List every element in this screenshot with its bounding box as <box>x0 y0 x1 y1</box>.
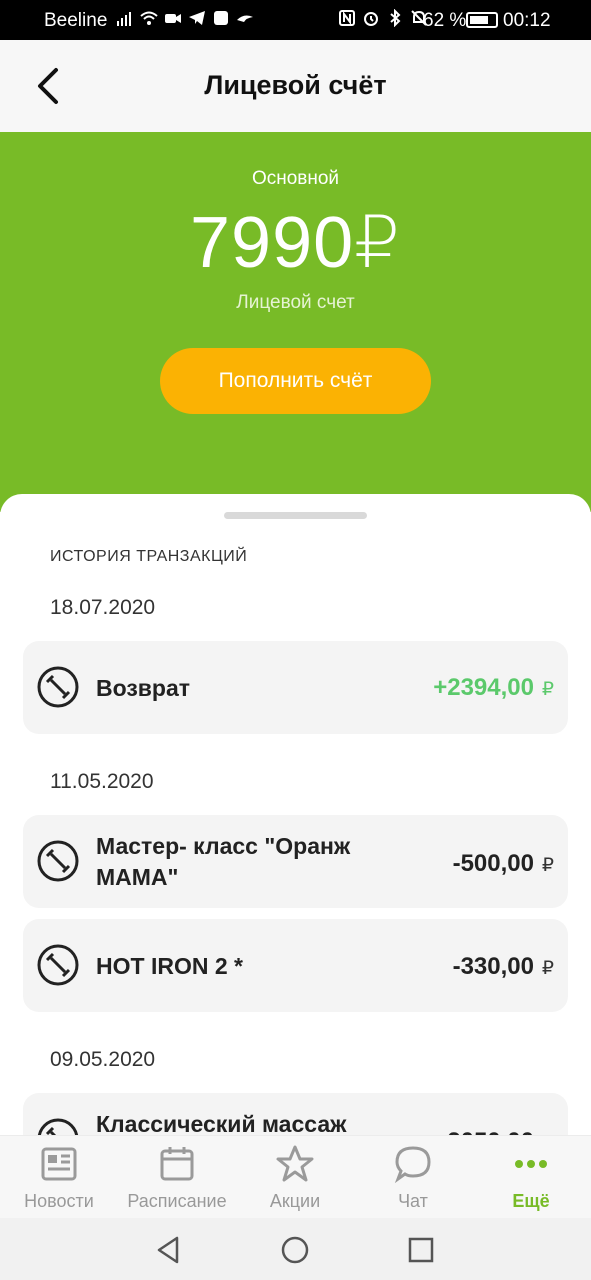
dumbbell-icon <box>37 944 79 986</box>
dumbbell-icon <box>37 840 79 882</box>
tab-more[interactable]: Ещё <box>472 1136 590 1219</box>
date-header: 09.05.2020 <box>50 1048 156 1071</box>
carrier-name: Beeline <box>44 10 108 31</box>
transaction-name: HOT IRON 2 * <box>96 953 243 979</box>
clock: 00:12 <box>503 10 551 31</box>
bottom-tab-bar: Новости Расписание Акции Чат Ещё <box>0 1135 591 1218</box>
sheet-drag-handle[interactable] <box>224 512 367 519</box>
date-header: 11.05.2020 <box>50 770 154 793</box>
news-icon <box>41 1147 77 1181</box>
nav-recents-icon[interactable] <box>405 1234 437 1266</box>
nav-back-icon[interactable] <box>153 1234 185 1266</box>
battery-percent: 62 % <box>423 10 467 31</box>
tab-chat[interactable]: Чат <box>354 1136 472 1219</box>
wifi-icon <box>140 11 158 25</box>
transaction-row[interactable]: Возврат +2394,00 ₽ <box>23 641 568 734</box>
chat-icon <box>394 1146 431 1184</box>
currency-sign: ₽ <box>541 958 554 979</box>
tab-label: Ещё <box>512 1191 550 1211</box>
tab-label: Новости <box>24 1191 94 1211</box>
tab-schedule[interactable]: Расписание <box>118 1136 236 1219</box>
bluetooth-icon <box>390 9 401 27</box>
app-header: Лицевой счёт <box>0 40 591 132</box>
account-sub-label: Лицевой счет <box>236 292 355 313</box>
transaction-row[interactable]: HOT IRON 2 * -330,00 ₽ <box>23 919 568 1012</box>
transaction-row[interactable]: Мастер- класс "Оранж МАМА" -500,00 ₽ <box>23 815 568 908</box>
transaction-name: Возврат <box>96 675 191 701</box>
tab-label: Чат <box>398 1191 428 1211</box>
transaction-name: Мастер- класс "Оранж МАМА" <box>96 833 351 890</box>
tab-label: Расписание <box>127 1191 227 1211</box>
transaction-amount: -330,00 <box>452 953 534 980</box>
transaction-amount: -500,00 <box>452 850 534 877</box>
transaction-amount: +2394,00 <box>433 674 534 701</box>
page-title: Лицевой счёт <box>204 70 387 100</box>
alarm-icon <box>364 12 378 26</box>
topup-button[interactable]: Пополнить счёт <box>160 348 431 414</box>
battery-icon <box>466 12 498 28</box>
tab-label: Акции <box>269 1191 321 1211</box>
date-header: 18.07.2020 <box>50 596 156 619</box>
balance-panel: Основной 7990₽ Лицевой счет Пополнить сч… <box>0 132 591 512</box>
nfc-icon <box>339 10 355 26</box>
dumbbell-icon <box>37 666 79 708</box>
currency-sign: ₽ <box>541 679 554 700</box>
balance-amount: 7990₽ <box>190 203 401 283</box>
signal-icon <box>117 12 131 26</box>
nav-home-icon[interactable] <box>279 1234 311 1266</box>
tab-news[interactable]: Новости <box>0 1136 118 1219</box>
status-bar: Beeline 62 % 00:12 <box>0 0 591 40</box>
status-icons-right <box>338 9 428 27</box>
account-type-label: Основной <box>251 168 340 189</box>
currency-sign: ₽ <box>541 855 554 876</box>
system-nav-bar <box>0 1218 591 1280</box>
status-icons-left <box>116 9 254 27</box>
video-icon <box>165 14 181 23</box>
app-icon <box>214 11 228 25</box>
more-icon <box>515 1160 547 1168</box>
star-icon <box>276 1145 314 1182</box>
telegram-icon <box>189 11 205 25</box>
history-title: ИСТОРИЯ ТРАНЗАКЦИЙ <box>50 548 248 565</box>
tab-promotions[interactable]: Акции <box>236 1136 354 1219</box>
calendar-icon <box>160 1147 194 1181</box>
bird-icon <box>237 15 253 22</box>
